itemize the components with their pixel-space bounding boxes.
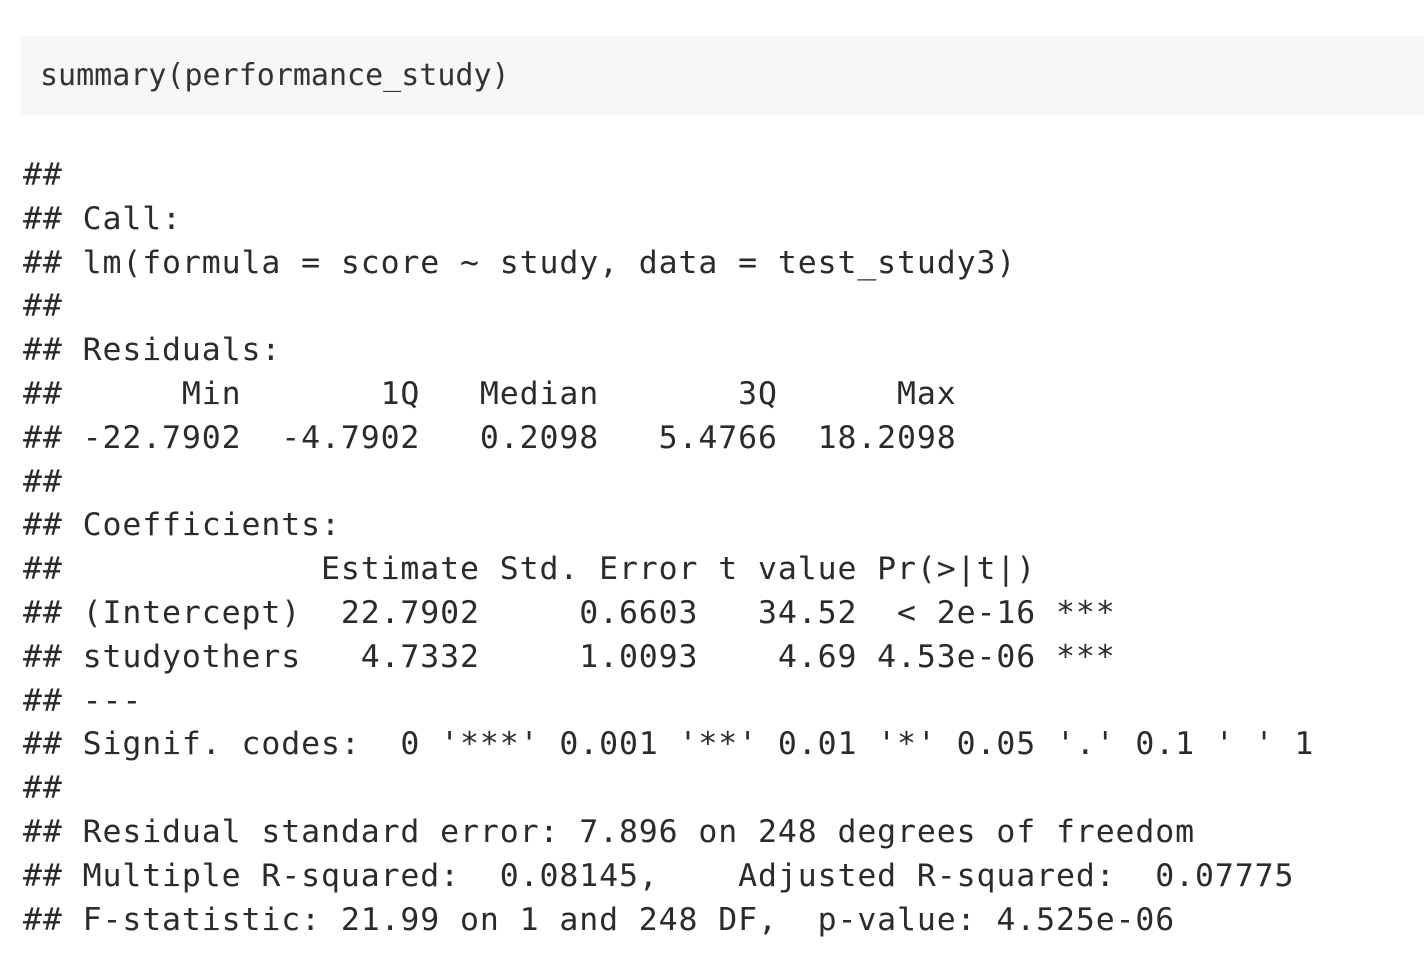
output-line: ## Multiple R-squared: 0.08145, Adjusted… [23,857,1315,894]
output-line: ## Coefficients: [23,507,341,544]
output-line: ## Residual standard error: 7.896 on 248… [23,813,1196,850]
output-line: ## [23,157,63,193]
output-line: ## Call: [23,200,182,237]
output-line: ## [23,288,63,325]
output-line: ## --- [23,682,143,719]
output-line: ## (Intercept) 22.7902 0.6603 34.52 < 2e… [23,594,1116,631]
output-line: ## -22.7902 -4.7902 0.2098 5.4766 18.209… [23,419,977,456]
console-output: ## ## Call: ## lm(formula = score ~ stud… [23,154,1314,942]
code-input-block: summary(performance_study) [21,36,1424,115]
output-line: ## F-statistic: 21.99 on 1 and 248 DF, p… [23,901,1176,938]
output-line: ## lm(formula = score ~ study, data = te… [23,244,1017,281]
output-line: ## Estimate Std. Error t value Pr(>|t|) [23,551,1116,588]
output-line: ## Residuals: [23,332,282,369]
output-line: ## Signif. codes: 0 '***' 0.001 '**' 0.0… [23,726,1315,763]
output-line: ## studyothers 4.7332 1.0093 4.69 4.53e-… [23,638,1116,675]
output-line: ## Min 1Q Median 3Q Max [23,375,977,412]
output-line: ## [23,770,63,807]
code-input: summary(performance_study) [40,58,510,93]
output-line: ## [23,463,63,500]
